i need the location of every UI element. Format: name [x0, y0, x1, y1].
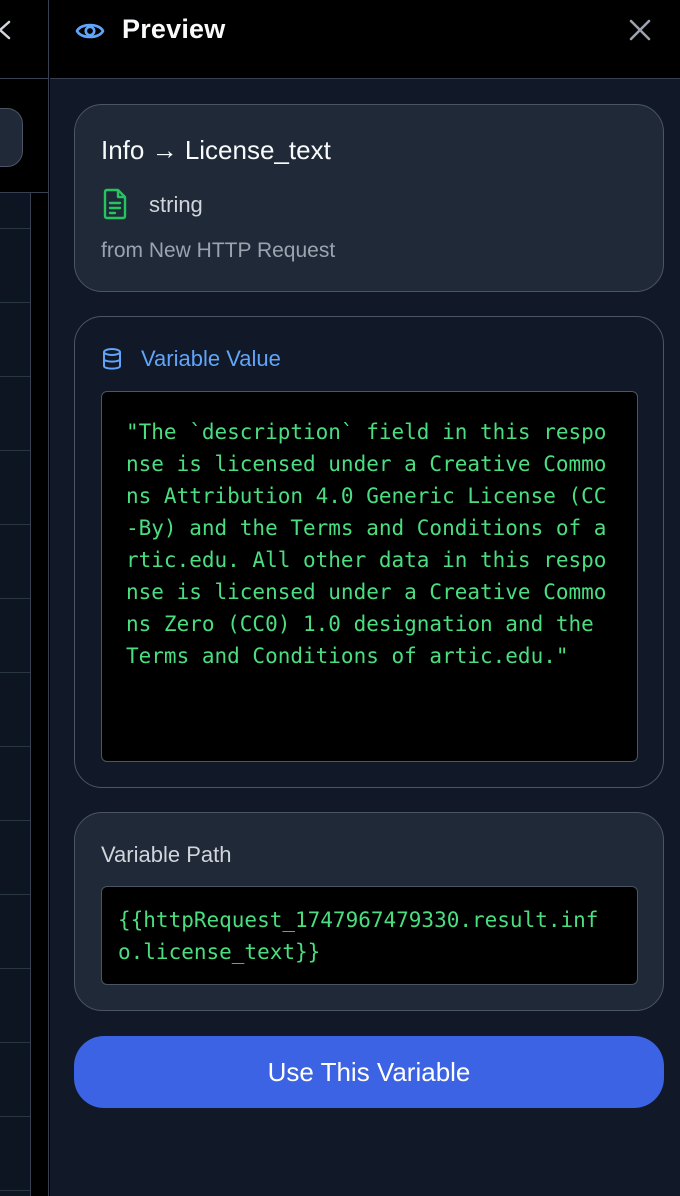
file-text-icon	[103, 188, 127, 220]
variable-value-content: "The `description` field in this respons…	[101, 391, 638, 762]
chevron-left-icon[interactable]	[0, 18, 14, 42]
table-row	[0, 895, 30, 969]
preview-title: Preview	[122, 14, 226, 44]
preview-panel: Preview Info → License_text string from …	[50, 0, 680, 1196]
table-row	[0, 193, 30, 229]
variable-path-content[interactable]: {{httpRequest_1747967479330.result.info.…	[101, 886, 638, 985]
variable-info-card: Info → License_text string from New HTTP…	[74, 104, 664, 292]
table-row	[0, 303, 30, 377]
variable-name: Info → License_text	[101, 135, 331, 165]
variable-source: from New HTTP Request	[101, 239, 336, 262]
use-variable-button[interactable]: Use This Variable	[74, 1036, 664, 1108]
table-row	[0, 969, 30, 1043]
table-row	[0, 525, 30, 599]
table-row	[0, 821, 30, 895]
background-table	[0, 193, 31, 1196]
preview-header: Preview	[50, 0, 680, 79]
table-row	[0, 599, 30, 673]
database-icon	[103, 348, 121, 370]
background-input[interactable]	[0, 108, 23, 167]
eye-icon	[75, 23, 105, 39]
variable-path-card: Variable Path {{httpRequest_174796747933…	[74, 812, 664, 1011]
table-row	[0, 1117, 30, 1191]
background-panel	[0, 0, 49, 1196]
variable-type: string	[149, 192, 203, 217]
table-row	[0, 1043, 30, 1117]
variable-value-card: Variable Value "The `description` field …	[74, 316, 664, 788]
table-row	[0, 747, 30, 821]
app-root: Preview Info → License_text string from …	[0, 0, 680, 1196]
variable-value-label: Variable Value	[141, 346, 281, 371]
table-row	[0, 377, 30, 451]
table-row	[0, 229, 30, 303]
variable-path-label: Variable Path	[101, 842, 232, 867]
background-header-divider	[0, 78, 48, 79]
table-row	[0, 673, 30, 747]
table-row	[0, 451, 30, 525]
close-icon[interactable]	[626, 16, 654, 44]
